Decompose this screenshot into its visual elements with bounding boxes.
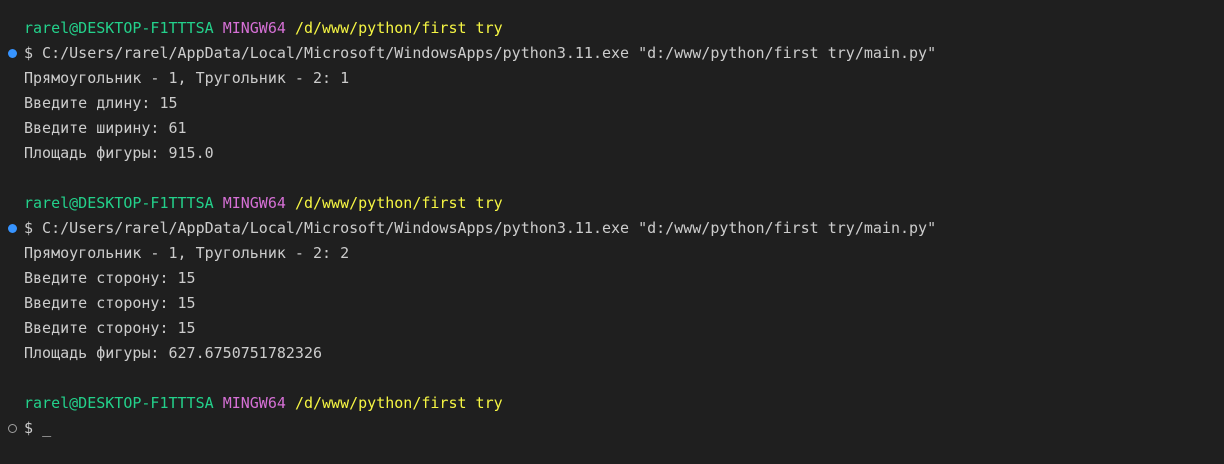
prompt-cwd: /d/www/python/first try: [294, 194, 503, 212]
input-prefix: $: [24, 419, 43, 437]
terminal-input-line[interactable]: $ _: [0, 416, 1224, 441]
prompt-shell: MINGW64: [222, 394, 286, 412]
prompt-shell: MINGW64: [222, 194, 286, 212]
command-line: $ C:/Users/rarel/AppData/Local/Microsoft…: [0, 216, 1224, 241]
output-line: Введите сторону: 15: [24, 294, 196, 312]
output-line: Прямоугольник - 1, Тругольник - 2: 1: [24, 69, 350, 87]
prompt-line: rarel@DESKTOP-F1TTTSA MINGW64 /d/www/pyt…: [0, 191, 1224, 216]
output-line: Введите сторону: 15: [24, 269, 196, 287]
output-line: Площадь фигуры: 627.6750751782326: [24, 344, 323, 362]
prompt-line: rarel@DESKTOP-F1TTTSA MINGW64 /d/www/pyt…: [0, 391, 1224, 416]
output-line: Введите ширину: 61: [24, 119, 187, 137]
prompt-shell: MINGW64: [222, 19, 286, 37]
command-line: $ C:/Users/rarel/AppData/Local/Microsoft…: [0, 41, 1224, 66]
command-pending-decoration-icon[interactable]: [8, 424, 17, 433]
output-line: Введите длину: 15: [24, 94, 178, 112]
command-success-decoration-icon[interactable]: [8, 49, 17, 58]
prompt-user-host: rarel@DESKTOP-F1TTTSA: [24, 194, 214, 212]
output-line: Прямоугольник - 1, Тругольник - 2: 2: [24, 244, 350, 262]
prompt-user-host: rarel@DESKTOP-F1TTTSA: [24, 19, 214, 37]
terminal-cursor: _: [42, 419, 52, 437]
output-line: Площадь фигуры: 915.0: [24, 144, 214, 162]
command-text: $ C:/Users/rarel/AppData/Local/Microsoft…: [24, 44, 937, 62]
output-line: Введите сторону: 15: [24, 319, 196, 337]
prompt-user-host: rarel@DESKTOP-F1TTTSA: [24, 394, 214, 412]
prompt-cwd: /d/www/python/first try: [294, 394, 503, 412]
command-text: $ C:/Users/rarel/AppData/Local/Microsoft…: [24, 219, 937, 237]
command-success-decoration-icon[interactable]: [8, 224, 17, 233]
prompt-line: rarel@DESKTOP-F1TTTSA MINGW64 /d/www/pyt…: [0, 16, 1224, 41]
prompt-cwd: /d/www/python/first try: [294, 19, 503, 37]
terminal-panel[interactable]: rarel@DESKTOP-F1TTTSA MINGW64 /d/www/pyt…: [0, 0, 1224, 464]
